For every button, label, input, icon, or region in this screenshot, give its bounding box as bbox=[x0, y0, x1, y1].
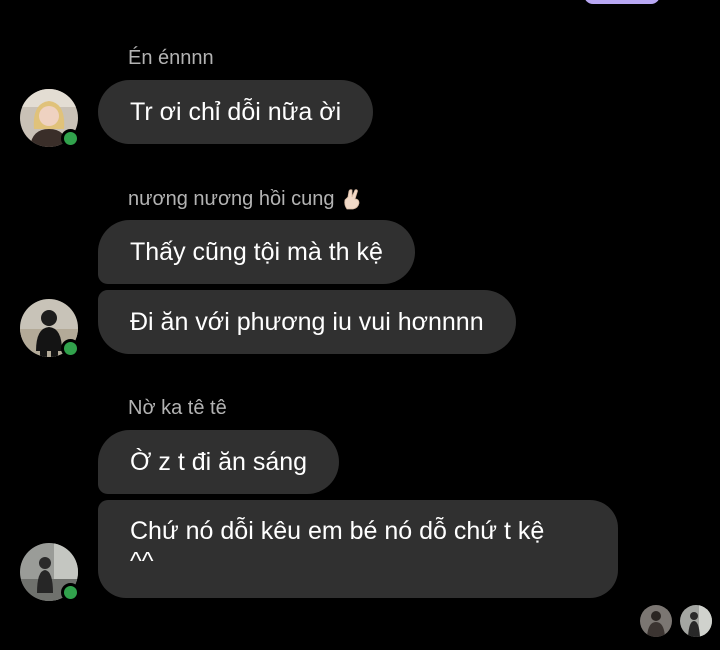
crossed-fingers-emoji-icon bbox=[340, 187, 364, 211]
message-bubble[interactable]: Chứ nó dỗi kêu em bé nó dỗ chứ t kệ ^^ bbox=[98, 500, 618, 598]
online-status-icon bbox=[61, 129, 80, 148]
seen-avatar-1-icon[interactable] bbox=[640, 605, 672, 637]
sender-name: Nờ ka tê tê bbox=[128, 397, 227, 419]
avatar[interactable] bbox=[20, 89, 80, 148]
message-bubble[interactable]: Tr ơi chỉ dỗi nữa ời bbox=[98, 80, 374, 144]
sender-name: Én énnnn bbox=[128, 47, 214, 69]
seen-avatar-2-icon[interactable] bbox=[680, 605, 712, 637]
online-status-icon bbox=[61, 583, 80, 602]
sender-name: nương nương hồi cung bbox=[128, 187, 364, 211]
message-bubble[interactable]: Thấy cũng tội mà th kệ bbox=[98, 220, 415, 284]
message-bubble-partial bbox=[584, 0, 660, 4]
avatar[interactable] bbox=[20, 543, 80, 602]
online-status-icon bbox=[61, 339, 80, 358]
message-bubble[interactable]: Đi ăn với phương iu vui hơnnnn bbox=[98, 290, 516, 354]
message-bubble[interactable]: Ờ z t đi ăn sáng bbox=[98, 430, 340, 494]
avatar[interactable] bbox=[20, 299, 80, 358]
